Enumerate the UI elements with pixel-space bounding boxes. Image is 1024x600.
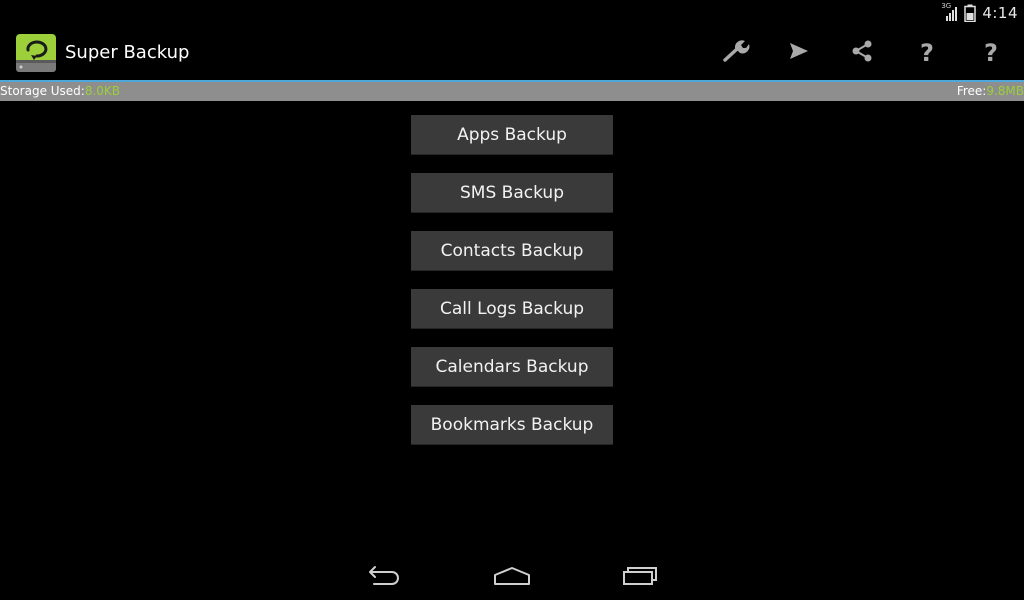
navigation-bar (0, 552, 1024, 600)
share-icon (850, 39, 874, 67)
help-icon: ? (984, 39, 998, 67)
storage-used: Storage Used:8.0KB (0, 82, 120, 101)
help-button-2[interactable]: ? (967, 33, 1015, 73)
storage-used-value: 8.0KB (84, 84, 121, 98)
status-time: 4:14 (982, 3, 1018, 22)
recent-apps-icon (621, 564, 659, 590)
storage-free: Free:9.8MB (957, 82, 1024, 101)
settings-button[interactable] (712, 33, 760, 73)
status-icons: 3G 4:14 (940, 0, 1018, 25)
wrench-icon (721, 38, 751, 68)
storage-bar: Storage Used:8.0KB Free:9.8MB (0, 80, 1024, 101)
back-button[interactable] (354, 562, 414, 592)
recent-apps-button[interactable] (610, 562, 670, 592)
send-button[interactable] (775, 33, 823, 73)
bookmarks-backup-button[interactable]: Bookmarks Backup (411, 405, 613, 445)
battery-icon (964, 4, 977, 22)
share-button[interactable] (838, 33, 886, 73)
help-icon: ? (920, 39, 934, 67)
super-backup-app-icon[interactable] (14, 30, 58, 74)
storage-free-value: 9.8MB (986, 84, 1024, 98)
home-button[interactable] (482, 562, 542, 592)
status-bar: 3G 4:14 (0, 0, 1024, 25)
calendars-backup-button[interactable]: Calendars Backup (411, 347, 613, 387)
apps-backup-button[interactable]: Apps Backup (411, 115, 613, 155)
app-title: Super Backup (65, 42, 190, 63)
home-icon (492, 564, 532, 590)
help-button-1[interactable]: ? (903, 33, 951, 73)
contacts-backup-button[interactable]: Contacts Backup (411, 231, 613, 271)
storage-free-label: Free: (956, 84, 987, 98)
back-icon (366, 564, 402, 590)
signal-icon: 3G (940, 2, 958, 22)
backup-button-list: Apps Backup SMS Backup Contacts Backup C… (411, 115, 613, 463)
sms-backup-button[interactable]: SMS Backup (411, 173, 613, 213)
action-bar: Super Backup ? ? (0, 25, 1024, 80)
call-logs-backup-button[interactable]: Call Logs Backup (411, 289, 613, 329)
send-icon (788, 41, 810, 65)
storage-used-label: Storage Used: (0, 84, 85, 98)
